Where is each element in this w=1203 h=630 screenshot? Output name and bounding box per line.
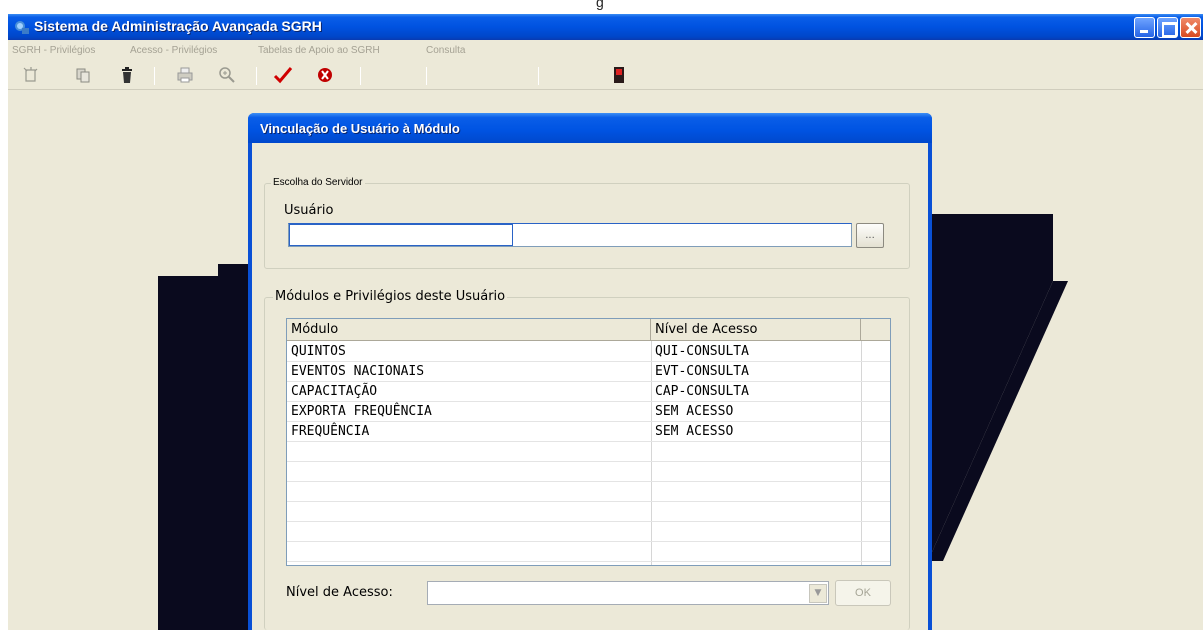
- row-divider: [287, 521, 890, 522]
- row-divider: [287, 461, 890, 462]
- table-row-modulo[interactable]: EXPORTA FREQUÊNCIA: [291, 404, 432, 419]
- table-row-nivel[interactable]: SEM ACESSO: [655, 424, 733, 439]
- column-header-extra: [861, 319, 890, 341]
- row-divider: [287, 441, 890, 442]
- toolbar-separator: [256, 67, 257, 85]
- column-divider: [651, 341, 652, 565]
- column-header-nivel[interactable]: Nível de Acesso: [651, 319, 861, 341]
- dialog-title: Vinculação de Usuário à Módulo: [260, 121, 460, 136]
- table-row-nivel[interactable]: QUI-CONSULTA: [655, 344, 749, 359]
- row-divider: [287, 501, 890, 502]
- table-row-modulo[interactable]: QUINTOS: [291, 344, 346, 359]
- table-row-modulo[interactable]: EVENTOS NACIONAIS: [291, 364, 424, 379]
- row-divider: [287, 401, 890, 402]
- table-header: Módulo Nível de Acesso: [287, 319, 890, 341]
- nivel-acesso-label: Nível de Acesso:: [286, 585, 393, 600]
- usuario-focus-box[interactable]: [289, 224, 513, 246]
- table-row-modulo[interactable]: FREQUÊNCIA: [291, 424, 369, 439]
- table-row-nivel[interactable]: CAP-CONSULTA: [655, 384, 749, 399]
- menu-consulta[interactable]: Consulta: [426, 45, 465, 56]
- table-row-nivel[interactable]: EVT-CONSULTA: [655, 364, 749, 379]
- row-divider: [287, 421, 890, 422]
- cancel-icon[interactable]: [314, 64, 336, 86]
- column-header-modulo[interactable]: Módulo: [287, 319, 651, 341]
- menu-tabelas-apoio[interactable]: Tabelas de Apoio ao SGRH: [258, 45, 380, 56]
- close-button[interactable]: [1180, 17, 1201, 38]
- toolbar-separator: [538, 67, 539, 85]
- minimize-button[interactable]: [1134, 17, 1155, 38]
- zoom-icon[interactable]: [216, 64, 238, 86]
- column-divider: [861, 341, 862, 565]
- dialog-title-bar[interactable]: Vinculação de Usuário à Módulo: [248, 113, 932, 143]
- toolbar-separator: [154, 67, 155, 85]
- row-divider: [287, 361, 890, 362]
- ok-button[interactable]: OK: [835, 580, 891, 606]
- usuario-label: Usuário: [284, 203, 334, 218]
- server-group-legend: Escolha do Servidor: [271, 177, 365, 188]
- toolbar-separator: [426, 67, 427, 85]
- menu-sgrh-privilegios[interactable]: SGRH - Privilégios: [12, 45, 95, 56]
- table-row-modulo[interactable]: CAPACITAÇÃO: [291, 384, 377, 399]
- modules-table[interactable]: Módulo Nível de Acesso QUINTOS QUI-CONSU…: [286, 318, 891, 566]
- browse-button[interactable]: ...: [856, 223, 884, 248]
- chevron-down-icon[interactable]: ▼: [809, 584, 827, 603]
- trash-icon[interactable]: [116, 64, 138, 86]
- toolbar-separator: [360, 67, 361, 85]
- window-title: Sistema de Administração Avançada SGRH: [34, 18, 322, 34]
- new-icon[interactable]: [20, 64, 42, 86]
- title-bar[interactable]: Sistema de Administração Avançada SGRH: [8, 14, 1203, 40]
- row-divider: [287, 481, 890, 482]
- copy-icon[interactable]: [72, 64, 94, 86]
- dialog-body: Escolha do Servidor Usuário ... Módulos …: [252, 143, 928, 630]
- row-divider: [287, 381, 890, 382]
- maximize-button[interactable]: [1157, 17, 1178, 38]
- exit-icon[interactable]: [608, 64, 630, 86]
- row-divider: [287, 541, 890, 542]
- check-icon[interactable]: [272, 64, 294, 86]
- menu-bar: SGRH - Privilégios Acesso - Privilégios …: [8, 40, 1203, 60]
- row-divider: [287, 561, 890, 562]
- menu-acesso-privilegios[interactable]: Acesso - Privilégios: [130, 45, 217, 56]
- toolbar: [8, 60, 1203, 90]
- print-icon[interactable]: [174, 64, 196, 86]
- app-icon: [14, 19, 30, 35]
- top-strip: g: [0, 0, 1203, 14]
- table-row-nivel[interactable]: SEM ACESSO: [655, 404, 733, 419]
- modules-group-legend: Módulos e Privilégios deste Usuário: [273, 289, 508, 304]
- page-top-text: g: [596, 0, 604, 10]
- dialog-window: Vinculação de Usuário à Módulo Escolha d…: [248, 113, 932, 630]
- nivel-acesso-select[interactable]: [427, 581, 829, 605]
